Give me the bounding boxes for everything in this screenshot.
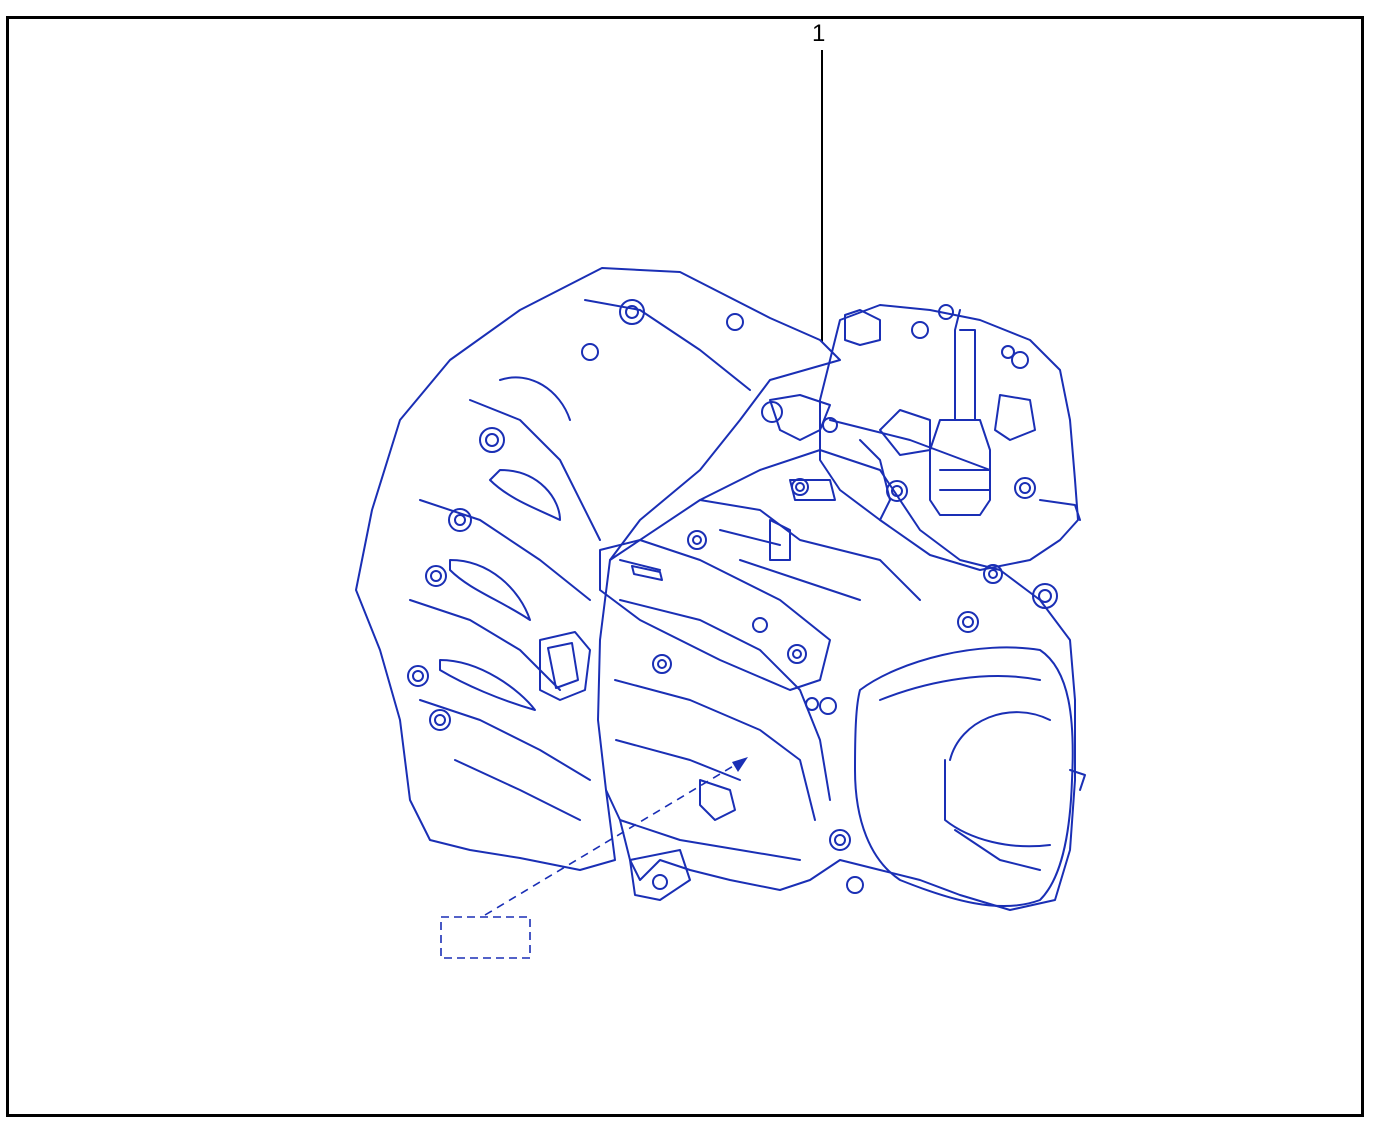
gearbox-illustration (355, 267, 1086, 911)
label-placeholder-box (440, 757, 748, 959)
dashed-pointer-line (484, 764, 736, 916)
placeholder-rect (440, 916, 531, 959)
arrow-head (732, 757, 748, 772)
gearbox-diagram (355, 50, 1086, 959)
